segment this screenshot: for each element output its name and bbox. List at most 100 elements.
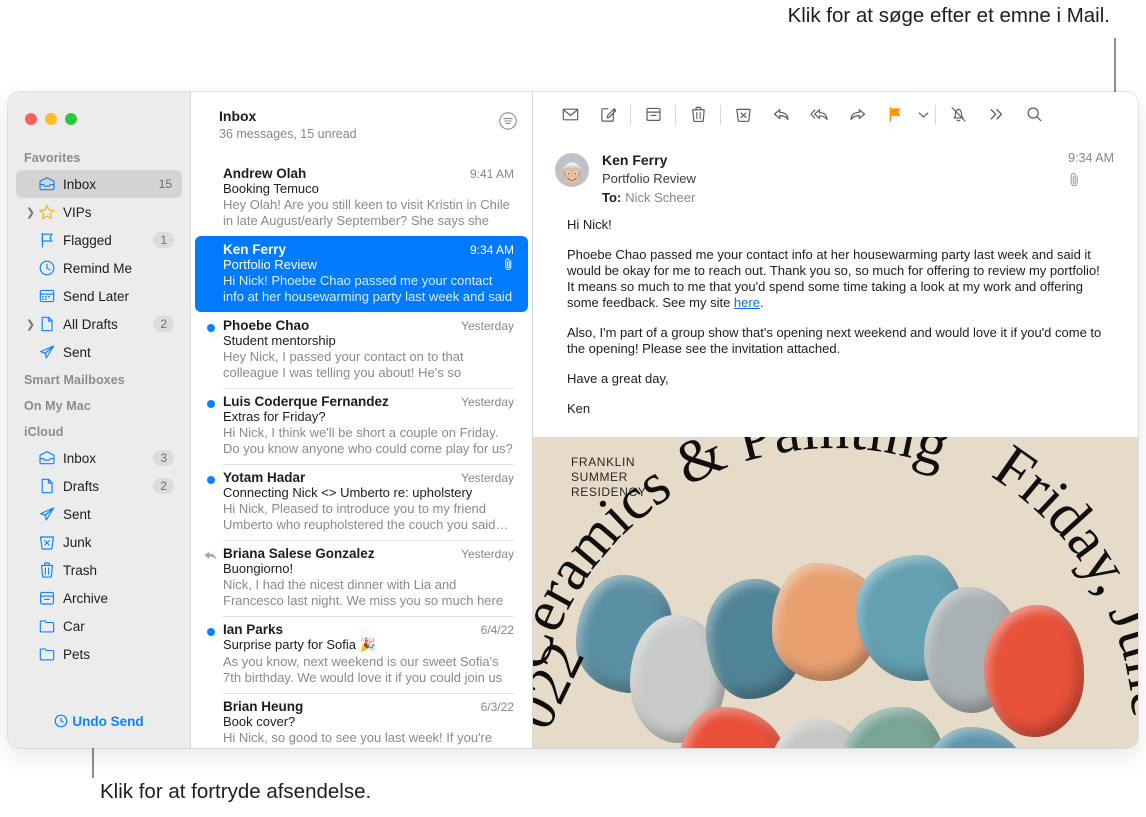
message-date: 9:41 AM xyxy=(469,167,514,181)
message-list-item[interactable]: Ian Parks 6/4/22 Surprise party for Sofia … xyxy=(195,616,528,693)
filter-button[interactable] xyxy=(498,111,518,131)
to-value[interactable]: Nick Scheer xyxy=(625,190,695,205)
archive-icon xyxy=(40,591,54,605)
toolbar-divider xyxy=(720,104,721,125)
flag-icon xyxy=(41,232,53,248)
message-subject-line: Extras for Friday? xyxy=(223,409,326,424)
message-list-item[interactable]: Briana Salese Gonzalez Yesterday Buongiorn… xyxy=(195,540,528,616)
message-list-item[interactable]: Andrew Olah 9:41 AM Booking Temuco Hey Olah… xyxy=(195,160,528,236)
more-button[interactable] xyxy=(977,101,1015,129)
inbox-icon xyxy=(39,451,55,465)
message-list-pane: Inbox 36 messages, 15 unread Andrew Olah… xyxy=(190,92,533,748)
sidebar-item-car[interactable]: Car xyxy=(16,612,182,640)
double-chevron-right-icon xyxy=(990,109,1002,120)
message-sender-name: Ian Parks xyxy=(223,622,284,637)
sidebar-item-sent[interactable]: Sent xyxy=(16,338,182,366)
mark-unread-button[interactable] xyxy=(551,101,589,129)
message-body: Hi Nick! Phoebe Chao passed me your cont… xyxy=(533,207,1138,431)
sidebar-item-label: Pets xyxy=(63,646,91,662)
filter-icon xyxy=(499,112,517,130)
message-date: 9:34 AM xyxy=(469,243,514,257)
sidebar-item-sent[interactable]: Sent xyxy=(16,500,182,528)
message-sender-name: Andrew Olah xyxy=(223,166,307,181)
message-subject-line: Buongiorno! xyxy=(223,561,294,576)
search-button[interactable] xyxy=(1015,101,1053,129)
zoom-button[interactable] xyxy=(65,113,77,125)
sidebar-item-label: Inbox xyxy=(63,176,97,192)
paperplane-icon xyxy=(40,345,55,359)
flag-button[interactable] xyxy=(876,101,914,129)
sidebar-item-send-later[interactable]: Send Later xyxy=(16,282,182,310)
sidebar-item-trash[interactable]: Trash xyxy=(16,556,182,584)
compose-button[interactable] xyxy=(589,101,627,129)
undo-send-button[interactable]: Undo Send xyxy=(54,714,144,729)
message-list-item[interactable]: Luis Coderque Fernandez Yesterday Extras f… xyxy=(195,388,528,464)
archive-button[interactable] xyxy=(634,101,672,129)
replied-icon xyxy=(204,551,217,560)
sidebar-item-inbox[interactable]: Inbox 3 xyxy=(16,444,182,472)
sidebar-item-label: Car xyxy=(63,618,85,634)
message-list-item[interactable]: Ken Ferry 9:34 AM Portfolio Review Hi Nick!… xyxy=(195,236,528,312)
junk-icon xyxy=(735,108,751,122)
message-list-item[interactable]: Phoebe Chao Yesterday Student mentorship He… xyxy=(195,312,528,388)
message-meta: 9:34 AM xyxy=(1068,151,1114,207)
inbox-icon xyxy=(37,449,57,467)
sidebar-item-label: Drafts xyxy=(63,478,100,494)
sidebar-item-archive[interactable]: Archive xyxy=(16,584,182,612)
message-list-item[interactable]: Yotam Hadar Yesterday Connecting Nick <> U… xyxy=(195,464,528,540)
toolbar-divider xyxy=(675,104,676,125)
callout-search-text: Klik for at søge efter et emne i Mail. xyxy=(787,4,1110,27)
mute-button[interactable] xyxy=(939,101,977,129)
sidebar-item-flagged[interactable]: Flagged 1 xyxy=(16,226,182,254)
folder-icon xyxy=(39,620,55,633)
sidebar-item-drafts[interactable]: Drafts 2 xyxy=(16,472,182,500)
message-subject-line: Booking Temuco xyxy=(223,181,319,196)
minimize-button[interactable] xyxy=(45,113,57,125)
message-sender-name: Luis Coderque Fernandez xyxy=(223,394,389,409)
sidebar-item-count: 3 xyxy=(153,450,174,466)
disclosure-triangle-icon[interactable]: ❯ xyxy=(24,318,37,331)
body-paragraph-1-a: Phoebe Chao passed me your contact info … xyxy=(567,247,1100,310)
star-icon xyxy=(39,204,55,220)
message-item-top: Luis Coderque Fernandez Yesterday xyxy=(223,394,514,409)
envelope-icon xyxy=(562,108,578,121)
message-time: 9:34 AM xyxy=(1068,151,1114,165)
sidebar-item-inbox[interactable]: Inbox 15 xyxy=(16,170,182,198)
sidebar-section-header: Favorites xyxy=(24,151,81,165)
message-recipients: To: Nick Scheer xyxy=(602,189,1068,207)
archive-icon xyxy=(645,107,661,121)
junk-button[interactable] xyxy=(724,101,762,129)
reply-button[interactable] xyxy=(762,101,800,129)
reply-all-icon xyxy=(809,109,828,121)
sidebar-item-all-drafts[interactable]: ❯ All Drafts 2 xyxy=(16,310,182,338)
search-icon xyxy=(1027,107,1041,122)
reply-all-button[interactable] xyxy=(800,101,838,129)
message-sender-name: Yotam Hadar xyxy=(223,470,306,485)
attachment-preview[interactable]: FRANKLIN SUMMER RESIDENCY Ceramics & Pai… xyxy=(533,437,1138,748)
sidebar-item-remind-me[interactable]: Remind Me xyxy=(16,254,182,282)
message-subject: Portfolio Review xyxy=(602,171,696,186)
sidebar-item-pets[interactable]: Pets xyxy=(16,640,182,668)
disclosure-triangle-icon[interactable]: ❯ xyxy=(24,206,37,219)
callout-search-leader-line xyxy=(1114,38,1116,98)
message-item-top: Yotam Hadar Yesterday xyxy=(223,470,514,485)
forward-button[interactable] xyxy=(838,101,876,129)
flag-menu-button[interactable] xyxy=(914,101,932,129)
attachment-indicator[interactable] xyxy=(1068,172,1114,187)
message-subject-line: Surprise party for Sofia 🎉 xyxy=(223,637,376,652)
toolbar-divider xyxy=(630,104,631,125)
sidebar-item-vips[interactable]: ❯ VIPs xyxy=(16,198,182,226)
chevron-down-icon xyxy=(918,111,928,118)
delete-button[interactable] xyxy=(679,101,717,129)
clock-icon xyxy=(39,260,55,276)
inbox-icon xyxy=(37,175,57,193)
undo-icon xyxy=(54,714,68,728)
message-list-item[interactable]: Brian Heung 6/3/22 Book cover? Hi Nick, so … xyxy=(195,693,528,748)
site-link[interactable]: here xyxy=(734,295,760,310)
folder-icon xyxy=(37,645,57,663)
sidebar-item-junk[interactable]: Junk xyxy=(16,528,182,556)
message-date: Yesterday xyxy=(461,395,514,409)
message-sender: Ken Ferry xyxy=(602,152,668,168)
close-button[interactable] xyxy=(25,113,37,125)
sidebar-item-label: Flagged xyxy=(63,232,112,248)
